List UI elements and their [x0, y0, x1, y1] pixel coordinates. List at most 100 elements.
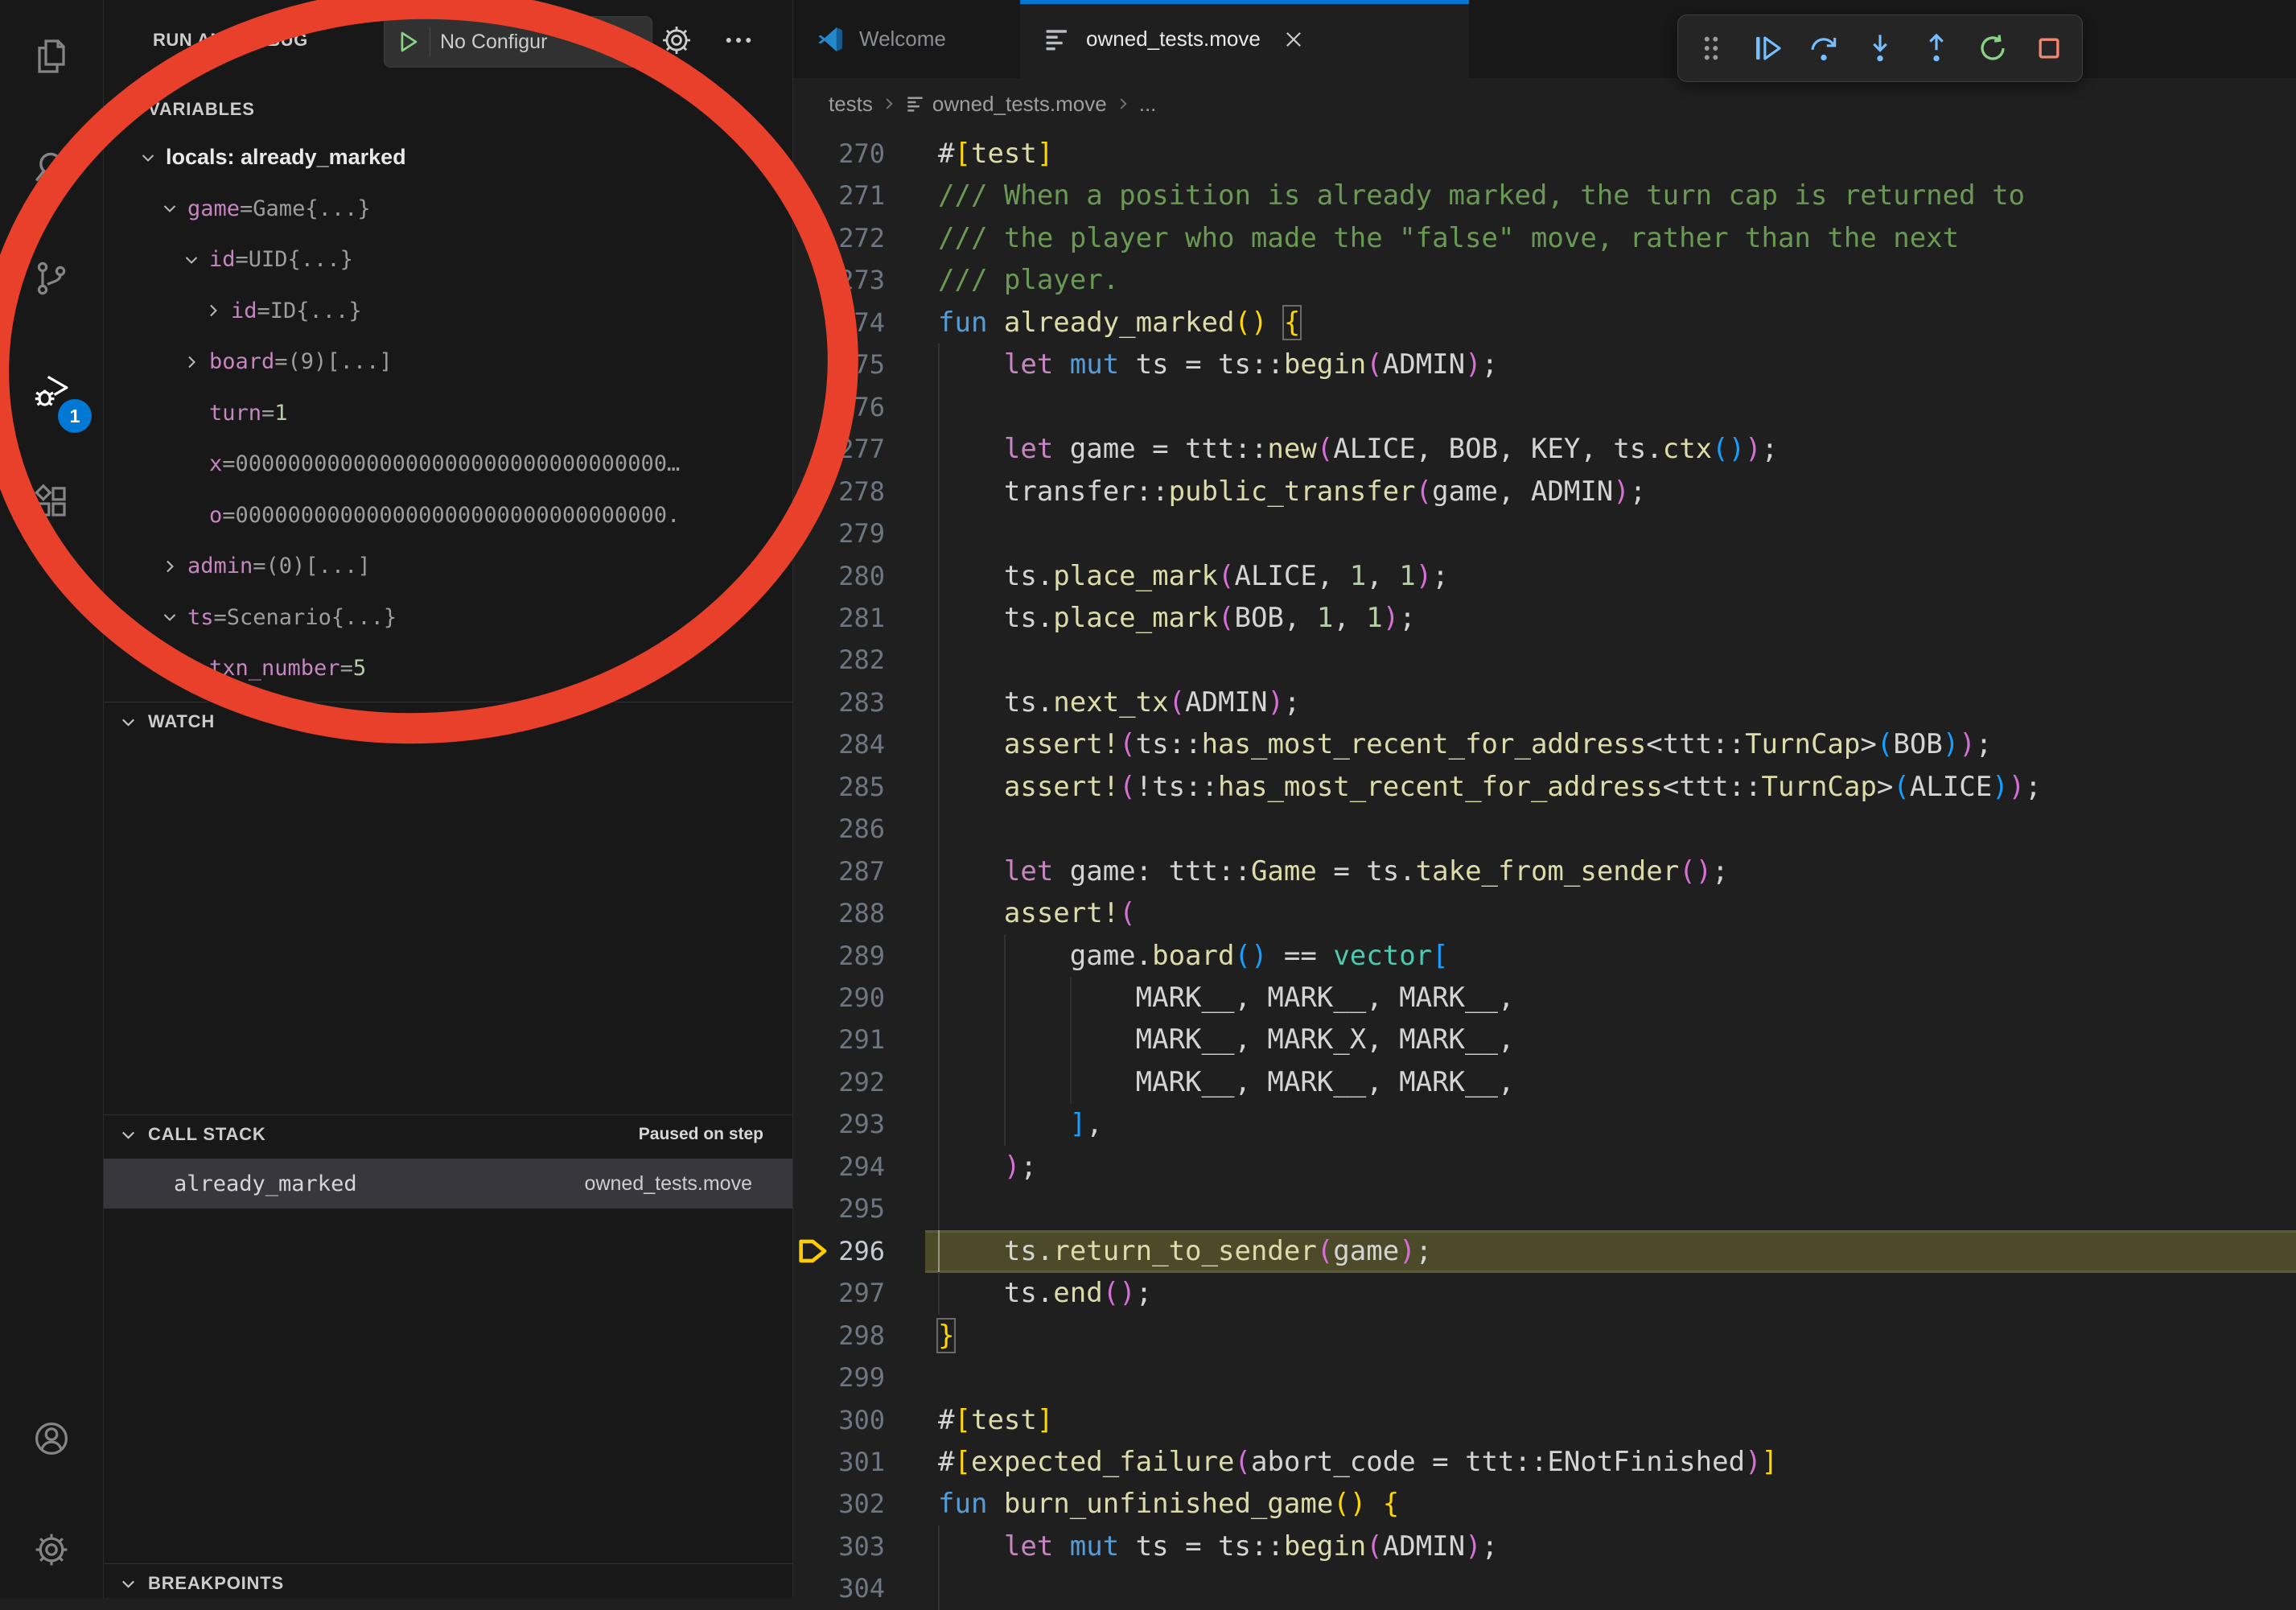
variable-row-id[interactable]: id = UID{...} [103, 234, 863, 285]
code-line-282: 282 [793, 639, 2296, 681]
breakpoints-section-header[interactable]: BREAKPOINTS [103, 1564, 792, 1603]
code-editor[interactable]: 270#[test]271/// When a position is alre… [793, 129, 2296, 1598]
breadcrumb-separator-icon [1113, 94, 1133, 113]
variable-row-x[interactable]: x = 000000000000000000000000000000000… [103, 439, 863, 489]
code-text: MARK__, MARK__, MARK__, [938, 1061, 2296, 1104]
code-line-289: 289 game.board() == vector[ [793, 935, 2296, 978]
restart-button[interactable] [1965, 20, 2021, 76]
code-line-299: 299 [793, 1357, 2296, 1399]
chevron-down-icon [117, 711, 139, 733]
line-number[interactable]: 286 [793, 808, 885, 850]
variable-row-id[interactable]: id = ID{...} [103, 286, 885, 336]
equals: = [253, 554, 265, 579]
code-text: ts.return_to_sender(game); [938, 1230, 2296, 1273]
variable-value: (9)[...] [288, 349, 393, 374]
step-over-button[interactable] [1796, 20, 1852, 76]
code-line-279: 279 [793, 513, 2296, 555]
line-number[interactable]: 303 [793, 1526, 885, 1568]
chevron-right-icon[interactable] [152, 549, 187, 584]
start-debug-icon[interactable] [394, 28, 422, 56]
variable-row-game[interactable]: game = Game{...} [103, 183, 841, 234]
tab-owned-tests-move[interactable]: owned_tests.move [1020, 0, 1469, 78]
tab-welcome[interactable]: Welcome [793, 0, 1021, 78]
line-number[interactable]: 292 [793, 1061, 885, 1104]
code-text: assert!( [938, 892, 2296, 935]
activity-item-run-and-debug[interactable]: 1 [0, 343, 103, 439]
line-number[interactable]: 298 [793, 1315, 885, 1357]
step-out-button[interactable] [1908, 20, 1965, 76]
line-number[interactable]: 284 [793, 723, 885, 766]
line-number[interactable]: 293 [793, 1103, 885, 1146]
call-stack-section-header[interactable]: CALL STACK Paused on step [103, 1115, 792, 1154]
line-number[interactable]: 294 [793, 1146, 885, 1188]
code-line-297: 297 ts.end(); [793, 1272, 2296, 1315]
variable-value: 1 [274, 401, 287, 426]
stop-button[interactable] [2021, 20, 2077, 76]
line-number[interactable]: 299 [793, 1357, 885, 1399]
line-number[interactable]: 285 [793, 766, 885, 809]
variable-row-admin[interactable]: admin = (0)[...] [103, 541, 841, 591]
variable-row-turn[interactable]: turn = 1 [103, 388, 863, 439]
move-file-icon [905, 93, 926, 114]
variables-section-header[interactable]: VARIABLES [103, 90, 792, 129]
code-text: #[expected_failure(abort_code = ttt::ENo… [938, 1441, 2296, 1484]
step-into-button[interactable] [1852, 20, 1908, 76]
indent-guide [938, 808, 940, 850]
continue-button[interactable] [1739, 20, 1796, 76]
breadcrumb-item[interactable]: ... [1139, 92, 1157, 117]
line-number[interactable]: 302 [793, 1483, 885, 1526]
close-icon[interactable] [1282, 27, 1306, 51]
line-number[interactable]: 296 [793, 1230, 885, 1273]
line-number[interactable]: 291 [793, 1019, 885, 1061]
variable-row-o[interactable]: o = 000000000000000000000000000000000. [103, 490, 863, 541]
chevron-down-icon[interactable] [152, 599, 187, 635]
line-number[interactable]: 289 [793, 935, 885, 978]
line-number[interactable]: 304 [793, 1567, 885, 1610]
chevron-right-icon[interactable] [195, 293, 231, 328]
activity-bar: 1 [0, 0, 104, 1598]
chevron-spacer [174, 651, 209, 686]
code-line-283: 283 ts.next_tx(ADMIN); [793, 681, 2296, 724]
debug-count-badge: 1 [58, 399, 92, 433]
drag-handle-button[interactable] [1683, 20, 1739, 76]
line-number[interactable]: 301 [793, 1441, 885, 1484]
more-actions-icon[interactable] [722, 23, 755, 57]
chevron-down-icon[interactable] [130, 140, 166, 175]
variables-scope-row[interactable]: locals: already_marked [103, 132, 820, 183]
breadcrumb-item[interactable]: tests [829, 92, 873, 117]
chevron-down-icon[interactable] [174, 242, 209, 278]
active-tab-indicator [1020, 0, 1469, 4]
gear-icon[interactable] [660, 23, 693, 57]
line-number[interactable]: 295 [793, 1188, 885, 1230]
variable-row-txn_number[interactable]: txn_number = 5 [103, 643, 863, 694]
variable-name: admin [187, 554, 253, 579]
activity-item-explorer[interactable] [0, 8, 103, 105]
variable-row-board[interactable]: board = (9)[...] [103, 336, 863, 387]
code-line-272: 272/// the player who made the "false" m… [793, 217, 2296, 260]
activity-item-search[interactable] [0, 119, 103, 216]
activity-item-settings[interactable] [0, 1501, 103, 1598]
line-number[interactable]: 290 [793, 977, 885, 1019]
line-number[interactable]: 297 [793, 1272, 885, 1315]
code-text: let game = ttt::new(ALICE, BOB, KEY, ts.… [938, 428, 2296, 471]
watch-section-header[interactable]: WATCH [103, 702, 792, 741]
activity-item-account[interactable] [0, 1390, 103, 1487]
run-debug-sidebar: RUN AND DEBUG No Configur VARIABLES loca… [103, 0, 793, 1598]
activity-item-source-control[interactable] [0, 230, 103, 327]
variable-value: UID{...} [249, 247, 353, 272]
call-stack-frame[interactable]: already_marked owned_tests.move [103, 1159, 792, 1209]
activity-item-extensions[interactable] [0, 454, 103, 550]
launch-config-dropdown[interactable]: No Configur [384, 16, 652, 68]
code-text: game.board() == vector[ [938, 935, 2296, 978]
line-number[interactable]: 288 [793, 892, 885, 935]
chevron-right-icon[interactable] [174, 344, 209, 380]
chevron-down-icon[interactable] [152, 191, 187, 226]
line-number[interactable]: 287 [793, 850, 885, 893]
code-line-298: 298} [793, 1315, 2296, 1357]
editor-region[interactable]: Welcomeowned_tests.move testsowned_tests… [793, 0, 2296, 1598]
code-text: /// When a position is already marked, t… [938, 175, 2296, 217]
breadcrumb-item[interactable]: owned_tests.move [932, 92, 1107, 117]
line-number[interactable]: 300 [793, 1399, 885, 1442]
code-text: /// the player who made the "false" move… [938, 217, 2296, 260]
variable-row-ts[interactable]: ts = Scenario{...} [103, 592, 841, 643]
